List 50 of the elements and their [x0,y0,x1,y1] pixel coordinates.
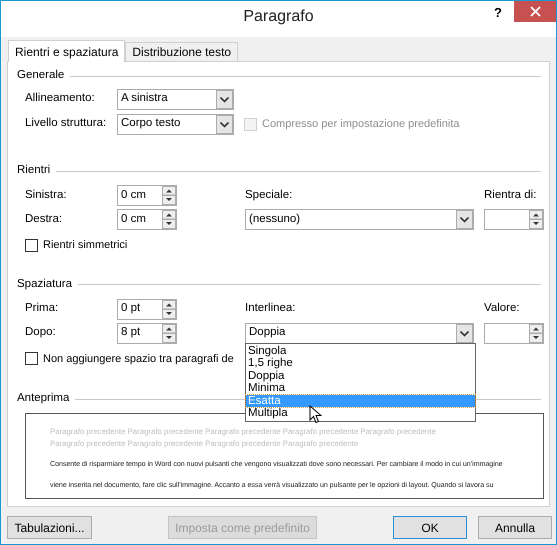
field-label: Allineamento: [25,91,96,106]
spin-field[interactable] [484,209,544,230]
field-label: Rientra di: [484,188,538,203]
checkbox[interactable]: Rientri simmetrici [25,237,128,254]
field-label: Prima: [25,301,60,316]
dialog-button[interactable]: OK [393,516,467,539]
close-icon[interactable] [530,6,540,17]
field-label: Interlinea: [245,301,297,316]
dialog-button[interactable]: Annulla [478,516,552,539]
spin-field[interactable]: 0 cm [117,209,177,230]
section-title: Anteprima [17,391,70,406]
section-title: Rientri [17,163,50,178]
spin-arrows-icon[interactable] [529,210,543,229]
dropdown-caret-icon[interactable] [216,114,233,134]
dialog-button[interactable]: Tabulazioni... [7,516,92,539]
spin-arrows-icon[interactable] [162,324,176,342]
spin-arrows-icon[interactable] [162,210,176,229]
dropdown-field[interactable]: Doppia [245,322,474,344]
dropdown-caret-icon[interactable] [456,324,473,342]
dropdown-option[interactable]: Doppia [246,370,475,382]
spin-arrows-icon[interactable] [162,300,176,318]
field-label: Dopo: [25,325,57,340]
dropdown-caret-icon[interactable] [216,90,233,108]
dropdown-caret-icon[interactable] [456,210,473,229]
window-title: Paragrafo [243,7,314,27]
checkbox[interactable]: Non aggiungere spazio tra paragrafi de [25,350,234,367]
tab[interactable]: Distribuzione testo [125,42,238,61]
spin-arrows-icon[interactable] [529,324,543,342]
field-label: Livello struttura: [25,116,108,132]
dropdown-field[interactable]: A sinistra [117,88,234,110]
dropdown-option[interactable]: Singola [246,344,475,358]
dropdown-field[interactable]: (nessuno) [245,209,474,230]
help-button[interactable]: ? [494,3,502,22]
spin-field[interactable]: 0 pt [117,298,177,320]
field-label: Speciale: [245,188,294,203]
section-title: Spaziatura [17,276,72,292]
field-label: Destra: [25,212,64,227]
spin-field[interactable]: 0 cm [117,185,177,206]
tab[interactable]: Rientri e spaziatura [8,40,126,62]
close-button[interactable] [514,1,556,22]
dropdown-option[interactable]: 1,5 righe [246,357,475,370]
dropdown-field[interactable]: Corpo testo [117,114,234,134]
spin-field[interactable]: 8 pt [117,322,177,344]
section-title: Generale [17,68,64,84]
dropdown-option[interactable]: Multipla [246,407,475,420]
field-label: Valore: [484,301,521,316]
spin-field[interactable] [484,322,544,344]
dropdown-option[interactable]: Minima [246,382,475,395]
field-label: Sinistra: [25,188,68,203]
spin-arrows-icon[interactable] [162,186,176,205]
